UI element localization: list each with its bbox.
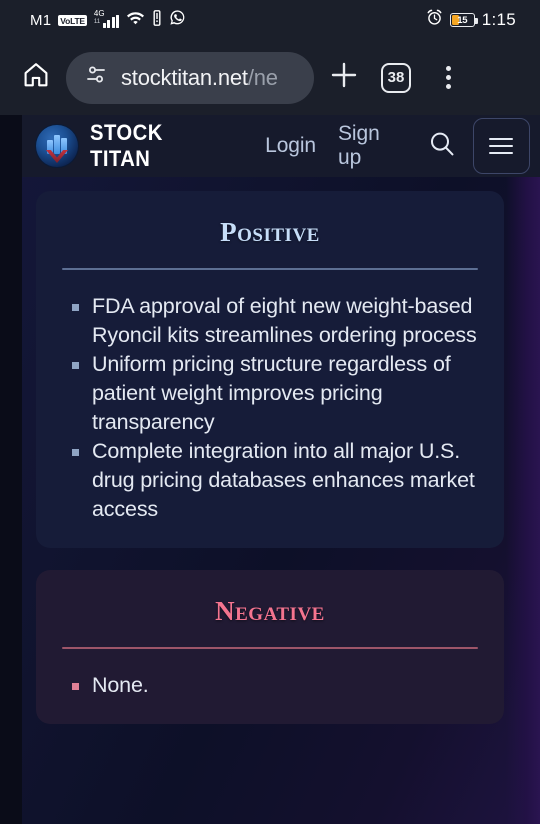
url-text: stocktitan.net/ne [121,65,278,91]
plus-icon [328,59,360,96]
brand-name-label: STOCK TITAN [89,120,163,171]
url-domain: stocktitan.net [121,64,248,90]
whatsapp-icon [169,9,186,31]
negative-card-divider [62,647,478,649]
hamburger-menu-button[interactable] [472,118,530,174]
battery-level-label: 15 [457,14,468,26]
network-sub-label: 11 [93,19,101,25]
browser-menu-button[interactable] [426,56,470,100]
status-bar-left: M1 VoLTE 4G 11 [30,9,186,31]
browser-toolbar: stocktitan.net/ne 38 [0,40,540,115]
negative-card-title: Negative [215,596,325,626]
header-nav: Login Sign up [265,122,407,170]
carrier-label: M1 [30,11,52,29]
site-header: STOCK TITAN Login Sign up [22,115,540,177]
home-button[interactable] [14,56,58,100]
phone-screen: M1 VoLTE 4G 11 15 1:15 stocktitan.net/ne… [0,0,540,824]
alarm-clock-icon [426,9,443,31]
list-item: FDA approval of eight new weight-based R… [68,292,478,350]
list-item: None. [68,671,478,700]
home-icon [21,60,51,95]
clock-label: 1:15 [481,10,516,29]
tune-sliders-icon[interactable] [84,63,108,92]
negative-card: Negative None. [36,570,504,724]
wifi-icon [126,10,145,30]
three-dots-vertical-icon [445,66,451,89]
positive-card-title: Positive [220,217,320,247]
web-page-viewport: STOCK TITAN Login Sign up Positive FDA a… [0,115,540,824]
status-bar: M1 VoLTE 4G 11 15 1:15 [0,0,540,40]
positive-card: Positive FDA approval of eight new weigh… [36,191,504,548]
tab-switcher-button[interactable]: 38 [374,56,418,100]
sentiment-cards: Positive FDA approval of eight new weigh… [22,177,540,724]
tab-count-badge: 38 [381,62,411,93]
status-bar-right: 15 1:15 [426,9,516,31]
url-bar[interactable]: stocktitan.net/ne [66,51,314,104]
hamburger-menu-icon [489,138,514,154]
network-type-label: 4G [93,9,105,18]
brand-block[interactable]: STOCK TITAN [36,120,239,172]
positive-list: FDA approval of eight new weight-based R… [62,292,478,524]
positive-card-divider [62,268,478,270]
site-search-button[interactable] [425,129,459,163]
negative-list: None. [62,671,478,700]
url-path: /ne [247,64,278,90]
battery-indicator: 15 [449,13,478,27]
vibrate-icon [152,9,162,31]
list-item: Complete integration into all major U.S.… [68,437,478,524]
login-link[interactable]: Login [265,134,316,158]
search-icon [427,129,457,164]
signup-link[interactable]: Sign up [338,122,407,170]
new-tab-button[interactable] [322,56,366,100]
signal-strength-bars [102,15,120,28]
list-item: Uniform pricing structure regardless of … [68,350,478,437]
signal-bars-icon: 4G 11 [93,9,120,28]
stock-titan-logo-icon [36,125,78,167]
volte-badge: VoLTE [58,14,87,26]
